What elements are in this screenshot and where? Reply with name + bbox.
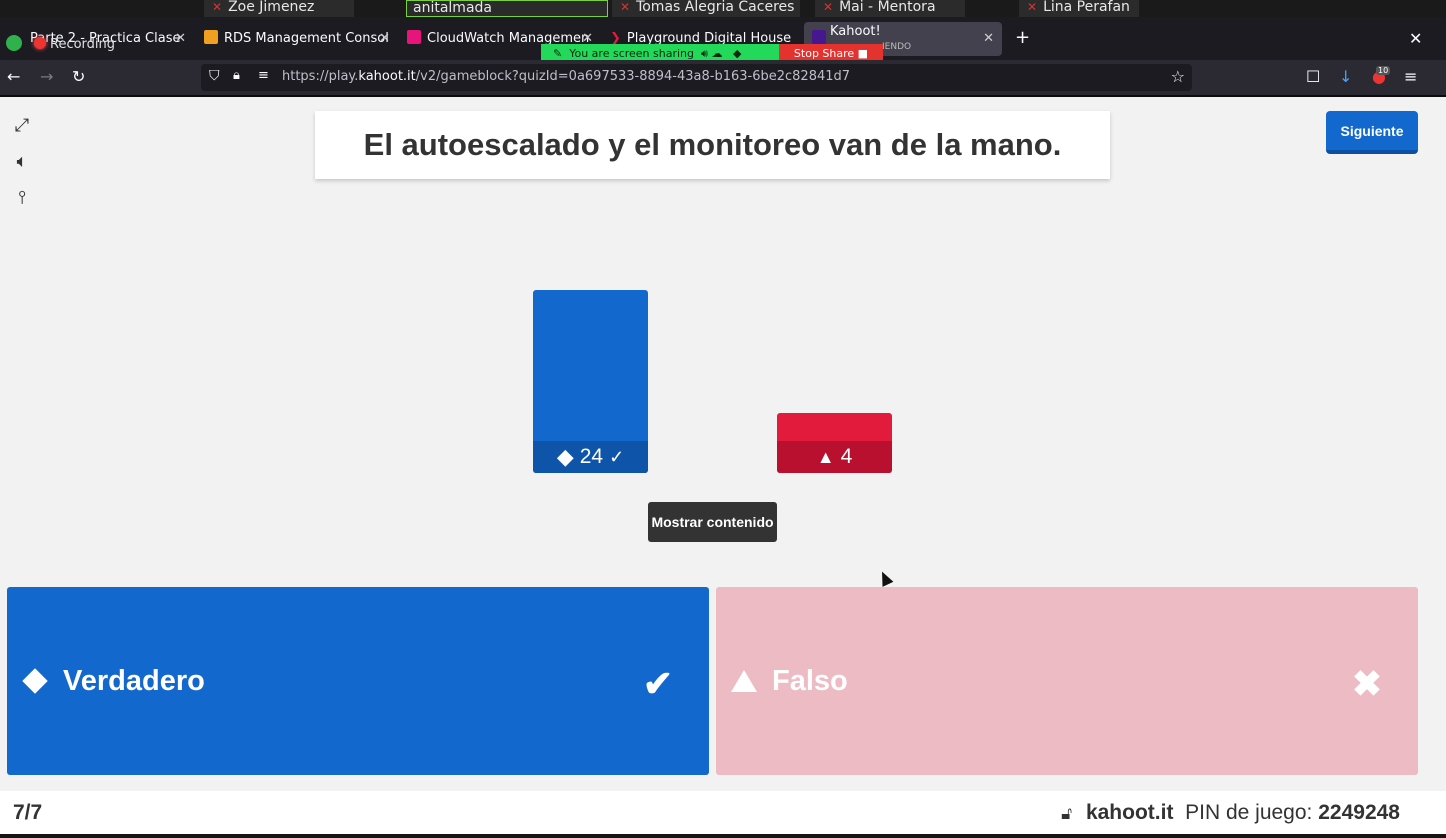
question-counter: 7/7 <box>13 801 43 824</box>
menu-icon[interactable]: ≡ <box>1404 68 1417 86</box>
speaker-icon: 🔊︎ <box>701 47 708 60</box>
aws-icon <box>204 30 218 44</box>
fullscreen-icon[interactable]: ⤢ <box>9 113 35 139</box>
result-count: 4 <box>840 445 853 468</box>
recording-indicator: Recording <box>6 35 115 53</box>
muted-mic-icon: ✕ <box>212 0 223 14</box>
answer-label: Falso <box>772 664 848 697</box>
reload-icon[interactable]: ↻ <box>72 68 85 86</box>
close-tab-icon[interactable]: ✕ <box>983 22 994 56</box>
game-footer: 7/7 🔓︎ kahoot.it PIN de juego: 2249248 <box>0 791 1446 834</box>
result-bar-label: ◆ 24 ✓ <box>533 441 648 473</box>
check-icon: ✔ <box>642 663 673 704</box>
close-tab-icon[interactable]: ✕ <box>175 22 186 56</box>
tracking-shield-icon[interactable]: ⛉ <box>209 68 220 84</box>
url-bar[interactable]: ⛉ 🔒︎ ≡ https://play.kahoot.it/v2/gameblo… <box>201 64 1192 91</box>
result-bar-label: ▲ 4 <box>777 441 892 473</box>
answer-tile-verdadero: Verdadero ✔ <box>7 587 709 775</box>
diamond-icon: ◆ <box>556 444 574 469</box>
triangle-icon <box>728 665 760 697</box>
diamond-icon <box>19 665 51 697</box>
result-bar-falso: ▲ 4 <box>777 413 892 473</box>
permissions-icon[interactable]: ≡ <box>258 68 269 83</box>
muted-mic-icon: ✕ <box>1027 0 1038 14</box>
participant-tile[interactable]: ✕ Mai - Mentora <box>815 0 965 17</box>
zoom-participants-strip: ✕ Zoe Jimenez anitalmada ✕ Tomas Alegria C… <box>0 0 1446 17</box>
muted-mic-icon: ✕ <box>620 0 631 14</box>
participant-tile[interactable]: anitalmada <box>406 0 608 17</box>
url-text[interactable]: https://play.kahoot.it/v2/gameblock?quiz… <box>282 69 850 84</box>
kahoot-icon <box>812 30 826 44</box>
recording-dot-icon <box>34 37 46 49</box>
close-window-icon[interactable]: ✕ <box>1409 29 1422 48</box>
volume-icon[interactable]: 🔈︎ <box>9 149 35 175</box>
extension-badge: 10 <box>1376 66 1391 75</box>
participant-tile[interactable]: ✕ Tomas Alegria Caceres <box>612 0 800 17</box>
triangle-icon: ▲ <box>816 446 835 467</box>
download-icon[interactable]: ↓ <box>1339 68 1352 86</box>
settings-sliders-icon[interactable]: ⫯ <box>9 185 35 211</box>
shield-icon <box>6 35 22 51</box>
share-icon: ✎ <box>553 47 563 60</box>
answer-label: Verdadero <box>63 664 205 697</box>
new-tab-button[interactable]: + <box>1015 27 1030 48</box>
stop-icon: ■ <box>857 47 869 60</box>
bookmark-star-icon[interactable]: ☆ <box>1171 67 1185 86</box>
cross-icon: ✖ <box>1351 663 1382 704</box>
mouse-cursor <box>876 569 894 587</box>
next-button[interactable]: Siguiente <box>1326 111 1418 154</box>
browser-nav-bar: ← → ↻ ⛉ 🔒︎ ≡ https://play.kahoot.it/v2/g… <box>0 60 1446 95</box>
participant-tile[interactable]: ✕ Zoe Jimenez <box>204 0 354 17</box>
muted-mic-icon: ✕ <box>823 0 834 14</box>
back-icon[interactable]: ← <box>7 68 20 86</box>
check-icon: ✓ <box>609 446 625 467</box>
result-count: 24 <box>579 445 604 468</box>
forward-icon[interactable]: → <box>40 68 53 86</box>
question-title: El autoescalado y el monitoreo van de la… <box>315 111 1110 179</box>
result-bar-verdadero: ◆ 24 ✓ <box>533 290 648 473</box>
close-tab-icon[interactable]: ✕ <box>379 22 390 56</box>
participant-tile[interactable]: ✕ Lina Perafan <box>1019 0 1139 17</box>
toolbar-divider <box>0 95 1446 97</box>
cloud-icon: ☁ <box>711 47 723 60</box>
lock-icon[interactable]: 🔒︎ <box>233 68 240 83</box>
show-content-button[interactable]: Mostrar contenido <box>648 502 777 542</box>
pocket-icon[interactable]: ☐ <box>1306 68 1320 86</box>
tab-rds-management[interactable]: RDS Management Consol ✕ <box>198 22 394 56</box>
unlock-icon[interactable]: 🔓︎ <box>1061 804 1072 823</box>
game-pin: 🔓︎ kahoot.it PIN de juego: 2249248 <box>1061 801 1400 824</box>
cloudwatch-icon <box>407 30 421 44</box>
bottom-edge <box>0 834 1446 838</box>
shield-icon: ◆ <box>732 47 742 60</box>
answer-tile-falso: Falso ✖ <box>716 587 1418 775</box>
